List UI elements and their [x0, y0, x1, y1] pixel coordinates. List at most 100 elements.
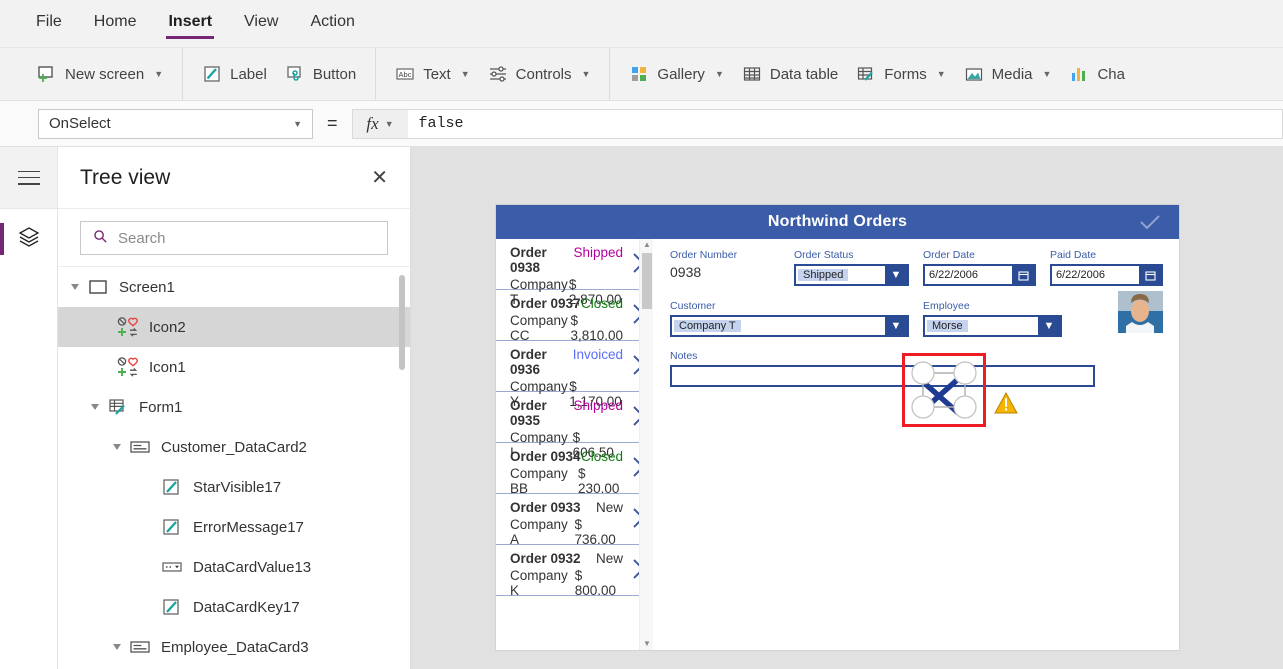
tree-node-label: DataCardKey17 [193, 598, 300, 616]
order-number: Order 0938 [510, 245, 547, 275]
canvas-area: Northwind Orders Order 0938 Shipped Compa… [411, 147, 1283, 669]
ribbon-charts-button[interactable]: Cha [1060, 58, 1134, 90]
tree-node-icon1[interactable]: Icon1 [58, 347, 410, 387]
menu-tab-file[interactable]: File [34, 9, 64, 39]
scroll-down-arrow-icon[interactable]: ▼ [640, 638, 654, 650]
ribbon-data-table-label: Data table [769, 65, 839, 83]
expand-triangle-icon[interactable] [113, 444, 121, 450]
tree-view-panel: Tree view ✕ Search Screen1 Icon2 Icon1 F… [58, 147, 411, 669]
chevron-down-icon[interactable]: ▼ [885, 317, 907, 335]
ribbon-label-button[interactable]: Label [193, 58, 276, 90]
warning-triangle-icon[interactable] [994, 391, 1018, 414]
gallery-row[interactable]: Order 0935 Shipped Company I $ 606.50 [496, 392, 653, 460]
order-status-field: Order Status Shipped ▼ [794, 249, 909, 286]
rail-item-tree-view[interactable] [0, 209, 57, 269]
ribbon-data-table-button[interactable]: Data table [733, 58, 847, 90]
screen-icon [87, 276, 109, 298]
text-icon: Abc [395, 64, 415, 84]
employee-dropdown[interactable]: Morse ▼ [923, 315, 1062, 337]
close-icon[interactable]: ✕ [371, 168, 388, 188]
order-detail-form: Order Number 0938 Order Status Shipped ▼… [654, 239, 1179, 650]
customer-dropdown[interactable]: Company T ▼ [670, 315, 909, 337]
ribbon-group-basic: Label Button [183, 48, 377, 100]
tree-node-datacardvalue13[interactable]: DataCardValue13 [58, 547, 410, 587]
notes-field: Notes [670, 350, 1095, 387]
expand-triangle-icon[interactable] [71, 284, 79, 290]
order-company: Company CC [510, 313, 568, 343]
menu-tab-home[interactable]: Home [92, 9, 139, 39]
gallery-row[interactable]: Order 0932 New Company K $ 800.00 [496, 545, 653, 598]
gallery-row[interactable]: Order 0933 New Company A $ 736.00 [496, 494, 653, 547]
gallery-scrollbar[interactable]: ▲ ▼ [639, 239, 653, 650]
order-number-field: Order Number 0938 [670, 249, 780, 286]
tree-node-icon2[interactable]: Icon2 [58, 307, 410, 347]
tree-scrollbar[interactable] [399, 275, 405, 370]
menu-tab-insert[interactable]: Insert [166, 9, 214, 39]
calendar-icon[interactable] [1012, 266, 1034, 284]
search-placeholder: Search [118, 229, 166, 247]
media-icon [964, 64, 984, 84]
gallery-row[interactable]: Order 0934 Closed Company BB $ 230.00 [496, 443, 653, 496]
order-date-input[interactable]: 6/22/2006 [923, 264, 1036, 286]
tree-node-label: DataCardValue13 [193, 558, 312, 576]
order-company: Company BB [510, 466, 568, 496]
ribbon-text-button[interactable]: Abc Text ▼ [386, 58, 478, 90]
menu-tab-view[interactable]: View [242, 9, 280, 39]
rail-menu-button[interactable] [0, 147, 57, 209]
order-date-value: 6/22/2006 [929, 269, 978, 281]
order-status: Shipped [573, 398, 623, 413]
paid-date-value: 6/22/2006 [1056, 269, 1105, 281]
notes-label: Notes [670, 350, 698, 362]
ribbon-forms-button[interactable]: Forms ▼ [847, 58, 954, 90]
gallery-row[interactable]: Order 0938 Shipped Company T $ 2,870.00 [496, 239, 653, 307]
expand-triangle-icon[interactable] [91, 404, 99, 410]
calendar-icon[interactable] [1139, 266, 1161, 284]
tree-search-wrapper: Search [58, 209, 410, 267]
label-icon [202, 64, 222, 84]
order-number: Order 0934 [510, 449, 581, 464]
ribbon-media-label: Media [991, 65, 1033, 83]
paid-date-input[interactable]: 6/22/2006 [1050, 264, 1163, 286]
fx-button[interactable]: fx ▼ [351, 108, 408, 139]
formula-bar: OnSelect ▼ = fx ▼ false [0, 101, 1283, 147]
menu-tab-action[interactable]: Action [308, 9, 356, 39]
ribbon-button-label: Button [312, 65, 357, 83]
employee-avatar [1118, 291, 1163, 333]
formula-input[interactable]: false [407, 108, 1283, 139]
menu-bar: File Home Insert View Action [0, 0, 1283, 48]
tree-node-customer-datacard2[interactable]: Customer_DataCard2 [58, 427, 410, 467]
ribbon-text-label: Text [423, 65, 451, 83]
tree-node-employee-datacard3[interactable]: Employee_DataCard3 [58, 627, 410, 667]
search-input[interactable]: Search [80, 221, 388, 255]
gallery-row[interactable]: Order 0936 Invoiced Company Y $ 1,170.00 [496, 341, 653, 409]
checkmark-icon[interactable] [1137, 211, 1163, 239]
customer-field: Customer Company T ▼ [670, 300, 909, 337]
notes-input[interactable] [670, 365, 1095, 387]
scroll-up-arrow-icon[interactable]: ▲ [640, 239, 654, 251]
forms-icon [856, 64, 876, 84]
tree-node-form1[interactable]: Form1 [58, 387, 410, 427]
scrollbar-thumb[interactable] [642, 253, 652, 309]
chevron-down-icon[interactable]: ▼ [1038, 317, 1060, 335]
ribbon-new-screen-button[interactable]: New screen ▼ [28, 58, 172, 90]
order-status: New [595, 551, 623, 566]
ribbon-media-button[interactable]: Media ▼ [955, 58, 1061, 90]
order-amount: $ 800.00 [574, 568, 617, 598]
tree-node-starvisible17[interactable]: StarVisible17 [58, 467, 410, 507]
paid-date-label: Paid Date [1050, 249, 1097, 261]
tree-node-screen1[interactable]: Screen1 [58, 267, 410, 307]
tree-view-title: Tree view [80, 165, 171, 189]
order-status-dropdown[interactable]: Shipped ▼ [794, 264, 909, 286]
gallery-row[interactable]: Order 0937 Closed Company CC $ 3,810.00 [496, 290, 653, 343]
tree-node-label: Form1 [139, 398, 183, 416]
ribbon-controls-button[interactable]: Controls ▼ [479, 58, 600, 90]
ribbon-gallery-button[interactable]: Gallery ▼ [620, 58, 732, 90]
tree-node-errormessage17[interactable]: ErrorMessage17 [58, 507, 410, 547]
chevron-down-icon[interactable]: ▼ [885, 266, 907, 284]
expand-triangle-icon[interactable] [113, 644, 121, 650]
ribbon-button-button[interactable]: Button [276, 58, 365, 90]
tree-node-datacardkey17[interactable]: DataCardKey17 [58, 587, 410, 627]
property-selector[interactable]: OnSelect ▼ [38, 108, 313, 139]
app-body: Order 0938 Shipped Company T $ 2,870.00 Or… [496, 239, 1179, 650]
tree-view-header: Tree view ✕ [58, 147, 410, 209]
